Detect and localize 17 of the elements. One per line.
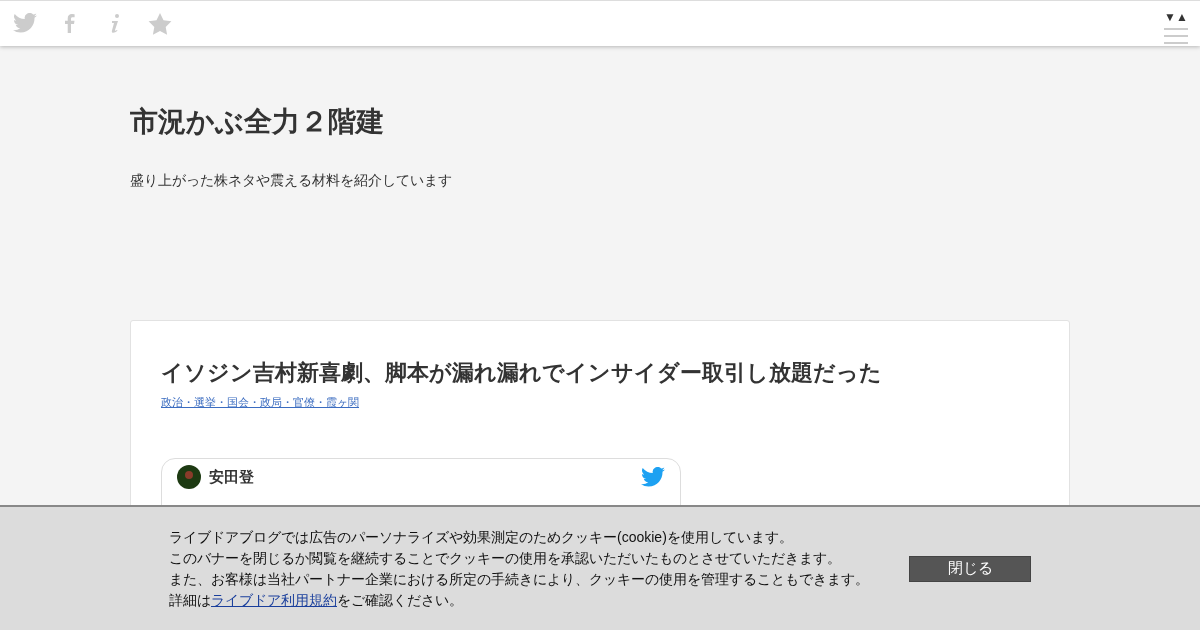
bird-icon[interactable] [13, 12, 37, 35]
bird-icon[interactable] [641, 467, 665, 487]
menu-icon[interactable] [1164, 26, 1188, 45]
terms-link[interactable]: ライブドア利用規約 [211, 591, 337, 608]
article-title[interactable]: イソジン吉村新喜劇、脚本が漏れ漏れでインサイダー取引し放題だった [161, 359, 1039, 387]
sort-arrows[interactable]: ▼▲ [1164, 10, 1188, 23]
blog-title[interactable]: 市況かぶ全力２階建 [130, 104, 1070, 140]
cookie-notice-text: このバナーを閉じるか閲覧を継続することでクッキーの使用を承認いただいたものとさせていただきます。 [169, 548, 842, 568]
cookie-notice-text: また、お客様は当社パートナー企業における所定の手続きにより、クッキーの使用を管理することもできます。 [169, 569, 870, 589]
close-button[interactable]: 閉じる [909, 555, 1031, 582]
category-link[interactable]: 政治・選挙・国会・政局・官僚・霞ヶ関 [161, 395, 359, 410]
avatar-icon [177, 465, 201, 489]
cookie-notice-text: ライブドアブログでは広告のパーソナライズや効果測定のためクッキー(cookie)を使用しています。 [169, 527, 794, 547]
star-icon[interactable] [148, 12, 172, 35]
tweet-author[interactable]: 安田登 [209, 468, 633, 486]
cookie-notice-text: 詳細はライブドア利用規約をご確認ください。 [169, 590, 464, 610]
blog-description: 盛り上がった株ネタや震える材料を紹介しています [130, 171, 453, 190]
